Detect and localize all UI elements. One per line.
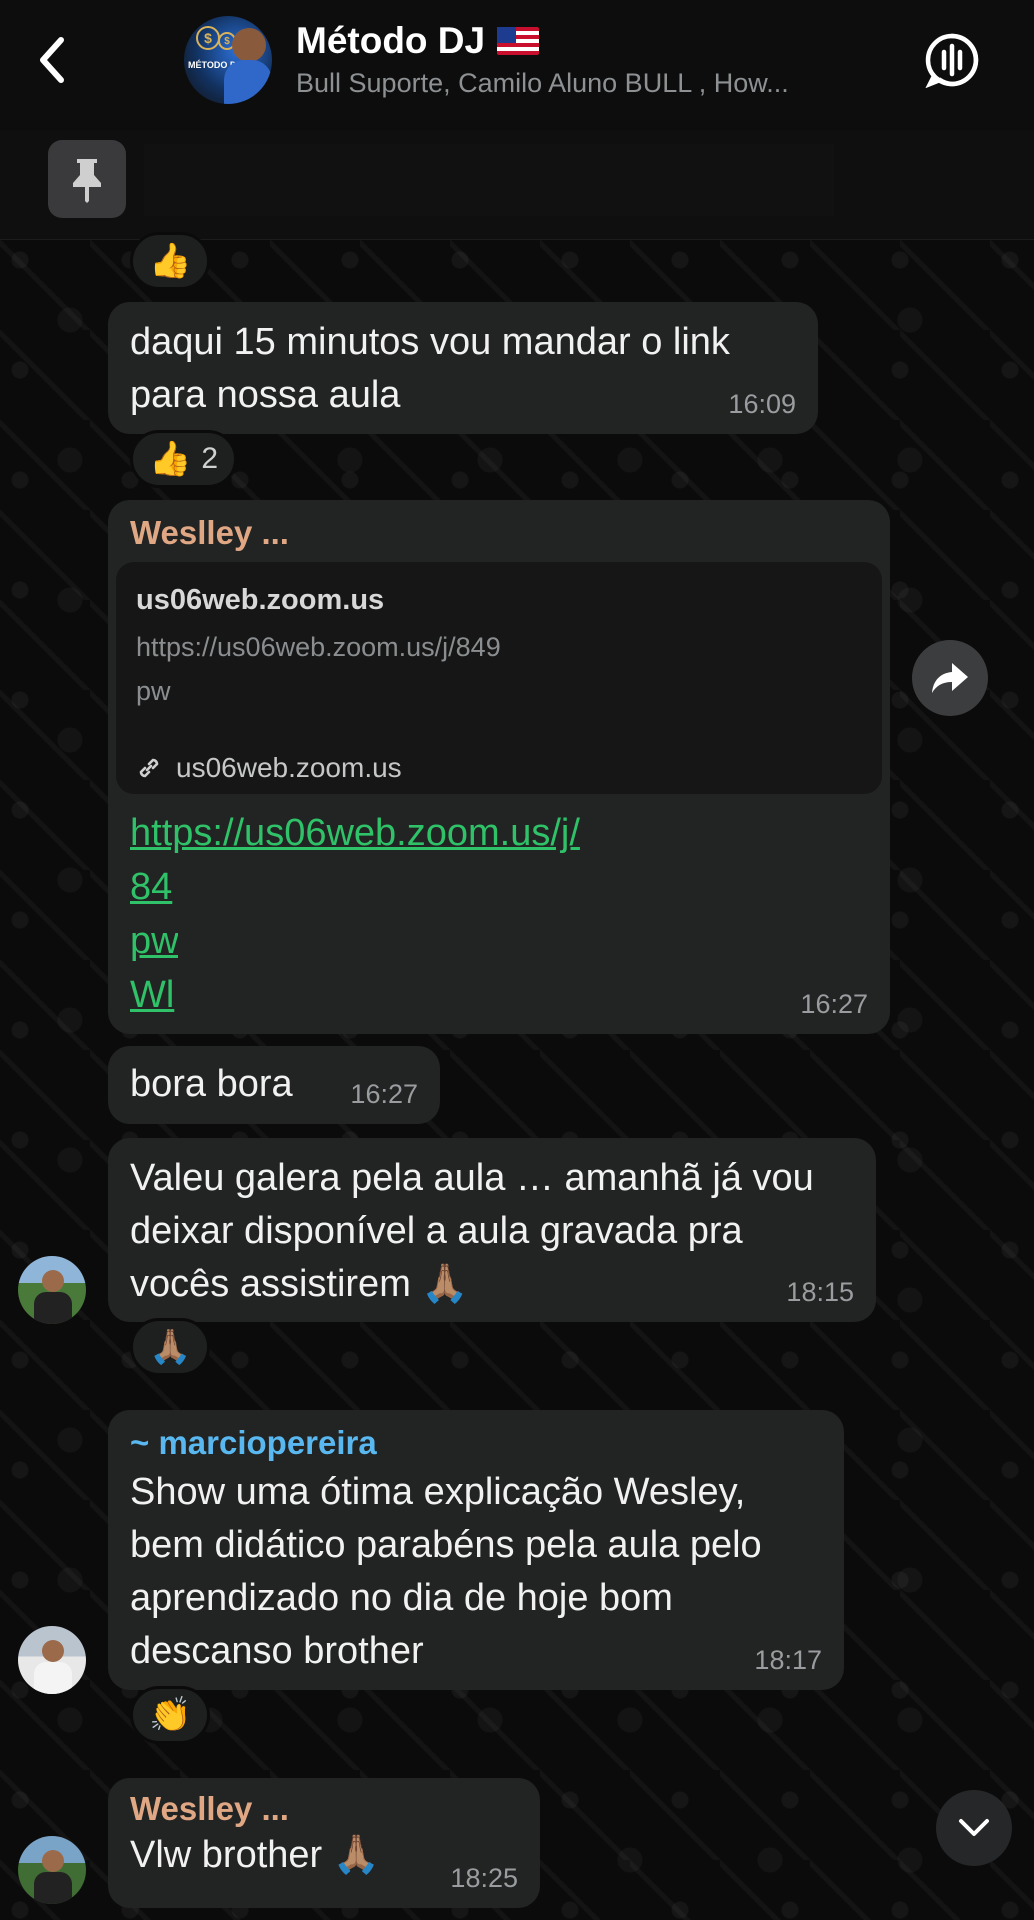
pinned-message-content[interactable] xyxy=(144,144,834,216)
message-bubble[interactable]: Valeu galera pela aula … amanhã já vou d… xyxy=(108,1138,876,1322)
message-time: 16:09 xyxy=(728,389,796,419)
sender-avatar[interactable] xyxy=(18,1626,86,1694)
audio-waveform-icon xyxy=(925,33,979,88)
message-time: 16:27 xyxy=(350,1079,418,1109)
chat-participants[interactable]: Bull Suporte, Camilo Aluno BULL , How... xyxy=(296,68,856,99)
group-avatar[interactable]: $ $ MÉTODO DJ xyxy=(184,16,272,104)
thumbs-up-emoji: 👍 xyxy=(149,242,192,280)
message-bubble[interactable]: Weslley ... Vlw brother 🙏🏽 18:25 xyxy=(108,1778,540,1908)
reaction-badge[interactable]: 🙏🏽 xyxy=(130,1318,211,1376)
message-time: 18:25 xyxy=(450,1863,518,1893)
clapping-hands-emoji: 👏 xyxy=(149,1696,192,1734)
zoom-link[interactable]: pw xyxy=(130,914,178,968)
chat-title[interactable]: Método DJ xyxy=(296,20,540,62)
message-sender[interactable]: ~ marciopereira xyxy=(130,1424,822,1462)
scroll-to-bottom-button[interactable] xyxy=(936,1790,1012,1866)
chevron-down-icon xyxy=(959,1819,989,1836)
link-chain-icon xyxy=(139,758,159,778)
zoom-link[interactable]: Wl xyxy=(130,968,178,1022)
voice-chat-button[interactable] xyxy=(920,28,984,92)
share-arrow-icon xyxy=(932,663,968,693)
message-time: 18:17 xyxy=(754,1645,822,1675)
forward-button[interactable] xyxy=(912,640,988,716)
chevron-left-icon xyxy=(40,37,64,83)
message-text: Valeu galera pela aula … amanhã já vou d… xyxy=(130,1157,814,1305)
reaction-badge[interactable]: 👍 2 xyxy=(130,430,238,488)
zoom-link[interactable]: 84 xyxy=(130,860,178,914)
sender-avatar[interactable] xyxy=(18,1256,86,1324)
sender-avatar[interactable] xyxy=(18,1836,86,1904)
message-sender[interactable]: Weslley ... xyxy=(130,1790,518,1828)
thumbs-up-emoji: 👍 xyxy=(149,440,192,478)
message-sender[interactable]: Weslley ... xyxy=(130,514,868,552)
link-preview-footer: us06web.zoom.us xyxy=(136,752,402,784)
message-time: 18:15 xyxy=(786,1277,854,1307)
back-button[interactable] xyxy=(22,30,82,90)
pin-button[interactable] xyxy=(48,140,126,218)
link-preview-url: https://us06web.zoom.us/j/849 xyxy=(136,632,501,662)
pin-icon xyxy=(73,159,101,203)
us-flag-icon xyxy=(497,27,540,55)
reaction-badge[interactable]: 👍 xyxy=(130,232,211,290)
reaction-count: 2 xyxy=(201,442,219,475)
pinned-message-bar[interactable] xyxy=(0,130,1034,240)
reaction-badge[interactable]: 👏 xyxy=(130,1686,211,1744)
folded-hands-emoji: 🙏🏽 xyxy=(149,1328,192,1366)
message-time: 16:27 xyxy=(800,989,868,1019)
link-preview-extra: pw xyxy=(136,676,171,706)
chat-title-text: Método DJ xyxy=(296,20,486,61)
message-bubble[interactable]: daqui 15 minutos vou mandar o link para … xyxy=(108,302,818,434)
message-text: Show uma ótima explicação Wesley, bem di… xyxy=(130,1471,762,1672)
dollar-coin-icon: $ xyxy=(196,26,220,50)
chat-header: $ $ MÉTODO DJ Método DJ Bull Suporte, Ca… xyxy=(0,0,1034,130)
zoom-link[interactable]: https://us06web.zoom.us/j/ xyxy=(130,806,730,860)
message-bubble[interactable]: bora bora 16:27 xyxy=(108,1046,440,1124)
link-preview-card[interactable]: us06web.zoom.us https://us06web.zoom.us/… xyxy=(116,562,882,794)
message-bubble[interactable]: ~ marciopereira Show uma ótima explicaçã… xyxy=(108,1410,844,1690)
message-text: daqui 15 minutos vou mandar o link para … xyxy=(130,321,730,416)
link-preview-domain: us06web.zoom.us xyxy=(136,584,385,616)
